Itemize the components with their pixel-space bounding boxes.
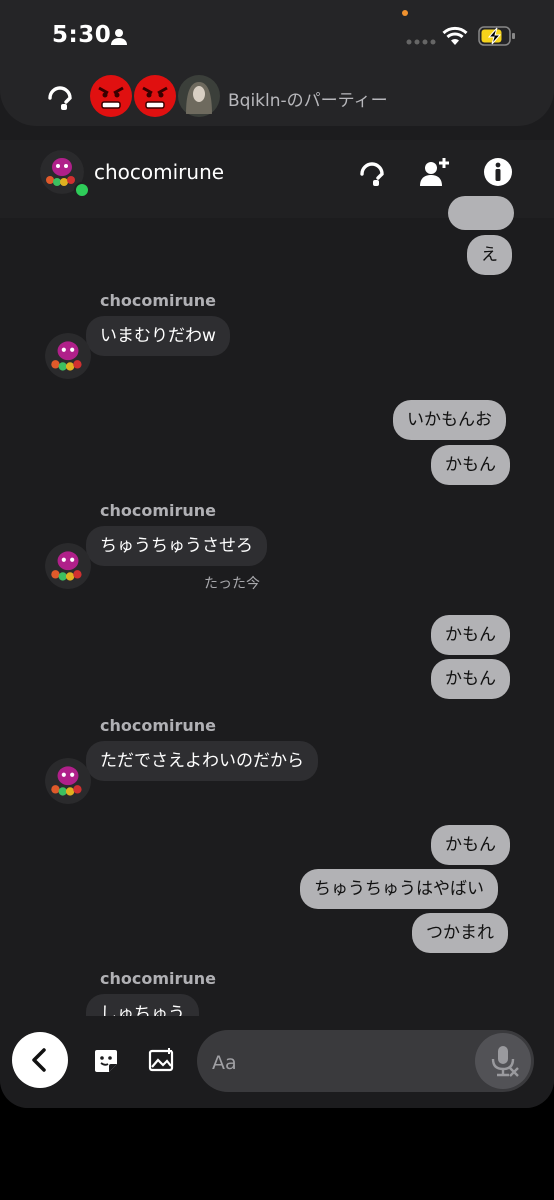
message-in[interactable]: ちゅうちゅうさせろ [86,526,267,566]
message-out[interactable]: かもん [431,445,510,485]
message-out[interactable]: いかもんお [393,400,506,440]
wifi-icon [442,26,468,45]
mic-button[interactable] [475,1033,531,1089]
message-out[interactable]: かもん [431,659,510,699]
sender-avatar[interactable] [45,758,91,804]
sender-name: chocomirune [100,969,217,988]
message-out[interactable]: え [467,235,512,275]
status-bar: 5:30 [0,0,554,70]
message-out[interactable]: かもん [431,825,510,865]
message-out[interactable]: ちゅうちゅうはやばい [300,869,498,909]
headset-icon[interactable] [356,156,388,188]
party-avatar-angry-1[interactable] [89,74,133,118]
headset-icon[interactable] [44,80,76,112]
contact-name[interactable]: chocomirune [94,160,224,184]
message-out[interactable]: つかまれ [412,913,508,953]
back-button[interactable] [12,1032,68,1088]
message-in[interactable]: ただでさえよわいのだから [86,741,318,781]
info-icon[interactable] [482,156,514,188]
battery-icon [478,26,515,46]
sender-name: chocomirune [100,716,217,735]
message-input[interactable] [210,1049,464,1077]
sender-avatar[interactable] [45,543,91,589]
notification-dot [402,10,408,16]
image-icon[interactable] [148,1047,176,1075]
sender-name: chocomirune [100,291,217,310]
sender-name: chocomirune [100,501,217,520]
add-friend-icon[interactable] [418,156,450,188]
online-indicator [74,182,90,198]
status-time: 5:30 [52,22,112,48]
mic-off-icon [491,1046,519,1077]
party-title[interactable]: Bqikln-のパーティー [228,86,388,111]
app-screen: 5:30 Bqikln-のパーティー chocomirune え chocomi… [0,0,554,1108]
message-in[interactable]: いまむりだわw [86,316,230,356]
message-out[interactable]: かもん [431,615,510,655]
party-avatar-angry-2[interactable] [133,74,177,118]
party-avatar-photo[interactable] [177,74,221,118]
message-timestamp: たった今 [204,576,260,592]
sticker-icon[interactable] [92,1047,120,1075]
back-icon [32,1048,46,1072]
person-icon [111,29,127,45]
signal-icon [406,39,436,45]
message-out-partial[interactable] [448,196,514,230]
sender-avatar[interactable] [45,333,91,379]
